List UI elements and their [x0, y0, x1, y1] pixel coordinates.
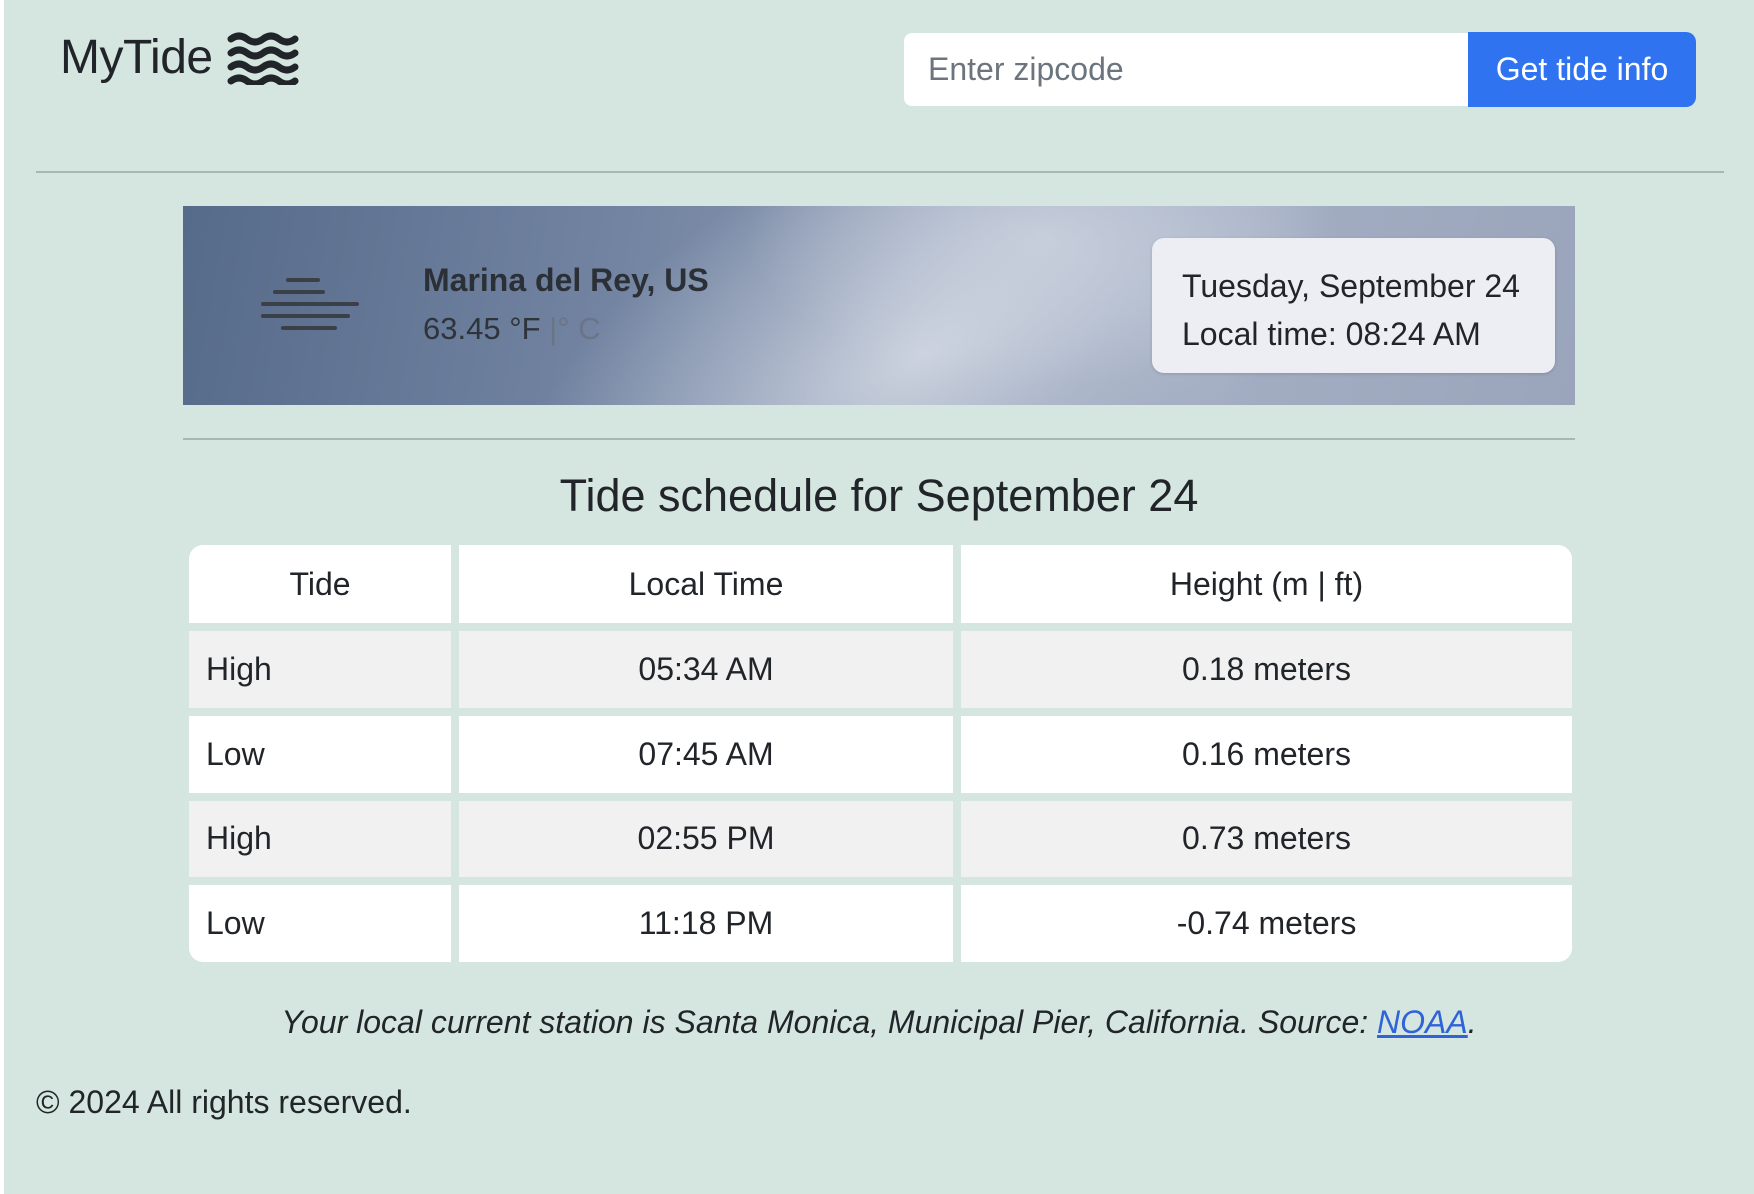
tide-type-cell: Low	[189, 877, 459, 962]
copyright-footer: © 2024 All rights reserved.	[36, 1084, 412, 1120]
current-date: Tuesday, September 24	[1182, 268, 1520, 304]
local-time: Local time: 08:24 AM	[1182, 316, 1481, 352]
station-note: Your local current station is Santa Moni…	[4, 1004, 1754, 1041]
tide-height-cell: -0.74 meters	[953, 877, 1572, 962]
tide-type-cell: High	[189, 792, 459, 886]
tide-height-cell: 0.73 meters	[953, 792, 1572, 886]
table-row: High 02:55 PM 0.73 meters	[189, 792, 1572, 886]
station-suffix: .	[1467, 1004, 1477, 1040]
brand-name: MyTide	[60, 31, 213, 84]
location-name: Marina del Rey, US	[423, 262, 709, 298]
tide-time-cell: 02:55 PM	[451, 792, 961, 886]
waves-icon	[227, 32, 299, 85]
tide-time-cell: 11:18 PM	[451, 877, 961, 962]
header-divider	[36, 171, 1724, 173]
table-row: Low 07:45 AM 0.16 meters	[189, 707, 1572, 801]
brand[interactable]: MyTide	[60, 30, 301, 85]
zipcode-input[interactable]	[904, 33, 1468, 106]
table-row: Low 11:18 PM -0.74 meters	[189, 877, 1572, 962]
tide-table: Tide Local Time Height (m | ft) High 05:…	[189, 545, 1572, 962]
fog-icon	[261, 278, 359, 330]
section-divider	[183, 438, 1575, 440]
temperature-fahrenheit[interactable]: 63.45 °F	[423, 311, 541, 346]
tide-type-cell: Low	[189, 707, 459, 801]
tide-height-cell: 0.18 meters	[953, 623, 1572, 716]
tide-height-cell: 0.16 meters	[953, 707, 1572, 801]
schedule-heading: Tide schedule for September 24	[559, 470, 1199, 521]
station-text: Your local current station is Santa Moni…	[281, 1004, 1378, 1040]
table-row: High 05:34 AM 0.18 meters	[189, 623, 1572, 716]
column-header-height: Height (m | ft)	[953, 545, 1572, 631]
tide-time-cell: 05:34 AM	[451, 623, 961, 716]
get-tide-info-button[interactable]: Get tide info	[1468, 32, 1696, 107]
column-header-tide: Tide	[189, 545, 459, 631]
page: MyTide Get tide info Marina de	[4, 0, 1754, 1194]
noaa-link[interactable]: NOAA	[1377, 1004, 1468, 1040]
temperature-celsius-toggle[interactable]: |° C	[549, 311, 600, 346]
tide-type-cell: High	[189, 623, 459, 716]
date-card: Tuesday, September 24 Local time: 08:24 …	[1152, 238, 1555, 373]
table-header-row: Tide Local Time Height (m | ft)	[189, 545, 1572, 631]
tide-time-cell: 07:45 AM	[451, 707, 961, 801]
temperature: 63.45 °F |° C	[423, 311, 601, 347]
weather-banner: Marina del Rey, US 63.45 °F |° C Tuesday…	[183, 206, 1575, 405]
column-header-local-time: Local Time	[451, 545, 961, 631]
zipcode-search: Get tide info	[904, 32, 1696, 107]
